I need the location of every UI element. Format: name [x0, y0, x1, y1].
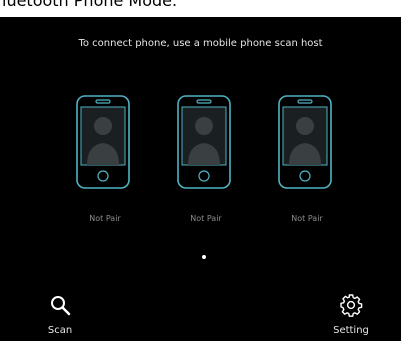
phone-status-label: Not Pair — [291, 214, 323, 223]
header: luetooth Phone Mode. — [0, 0, 401, 17]
phone-status-label: Not Pair — [190, 214, 222, 223]
setting-button[interactable]: Setting — [321, 293, 381, 337]
bluetooth-phone-screen: To connect phone, use a mobile phone sca… — [0, 17, 401, 341]
page-indicator-dot — [202, 255, 206, 259]
instruction-text: To connect phone, use a mobile phone sca… — [78, 38, 323, 49]
phone-status-label: Not Pair — [89, 214, 121, 223]
phone-avatar-icon — [278, 95, 332, 189]
scan-label: Scan — [47, 325, 73, 336]
phone-avatar-icon — [177, 95, 231, 189]
phone-slot-2[interactable]: Not Pair — [176, 94, 236, 223]
phone-slot-1[interactable]: Not Pair — [75, 94, 135, 223]
scan-button[interactable]: Scan — [30, 293, 90, 337]
phone-avatar-icon — [76, 95, 130, 189]
setting-label: Setting — [333, 325, 369, 336]
phone-slot-3[interactable]: Not Pair — [277, 94, 337, 223]
gear-icon — [321, 293, 381, 317]
page-title: luetooth Phone Mode. — [2, 0, 178, 10]
search-icon — [30, 293, 90, 317]
